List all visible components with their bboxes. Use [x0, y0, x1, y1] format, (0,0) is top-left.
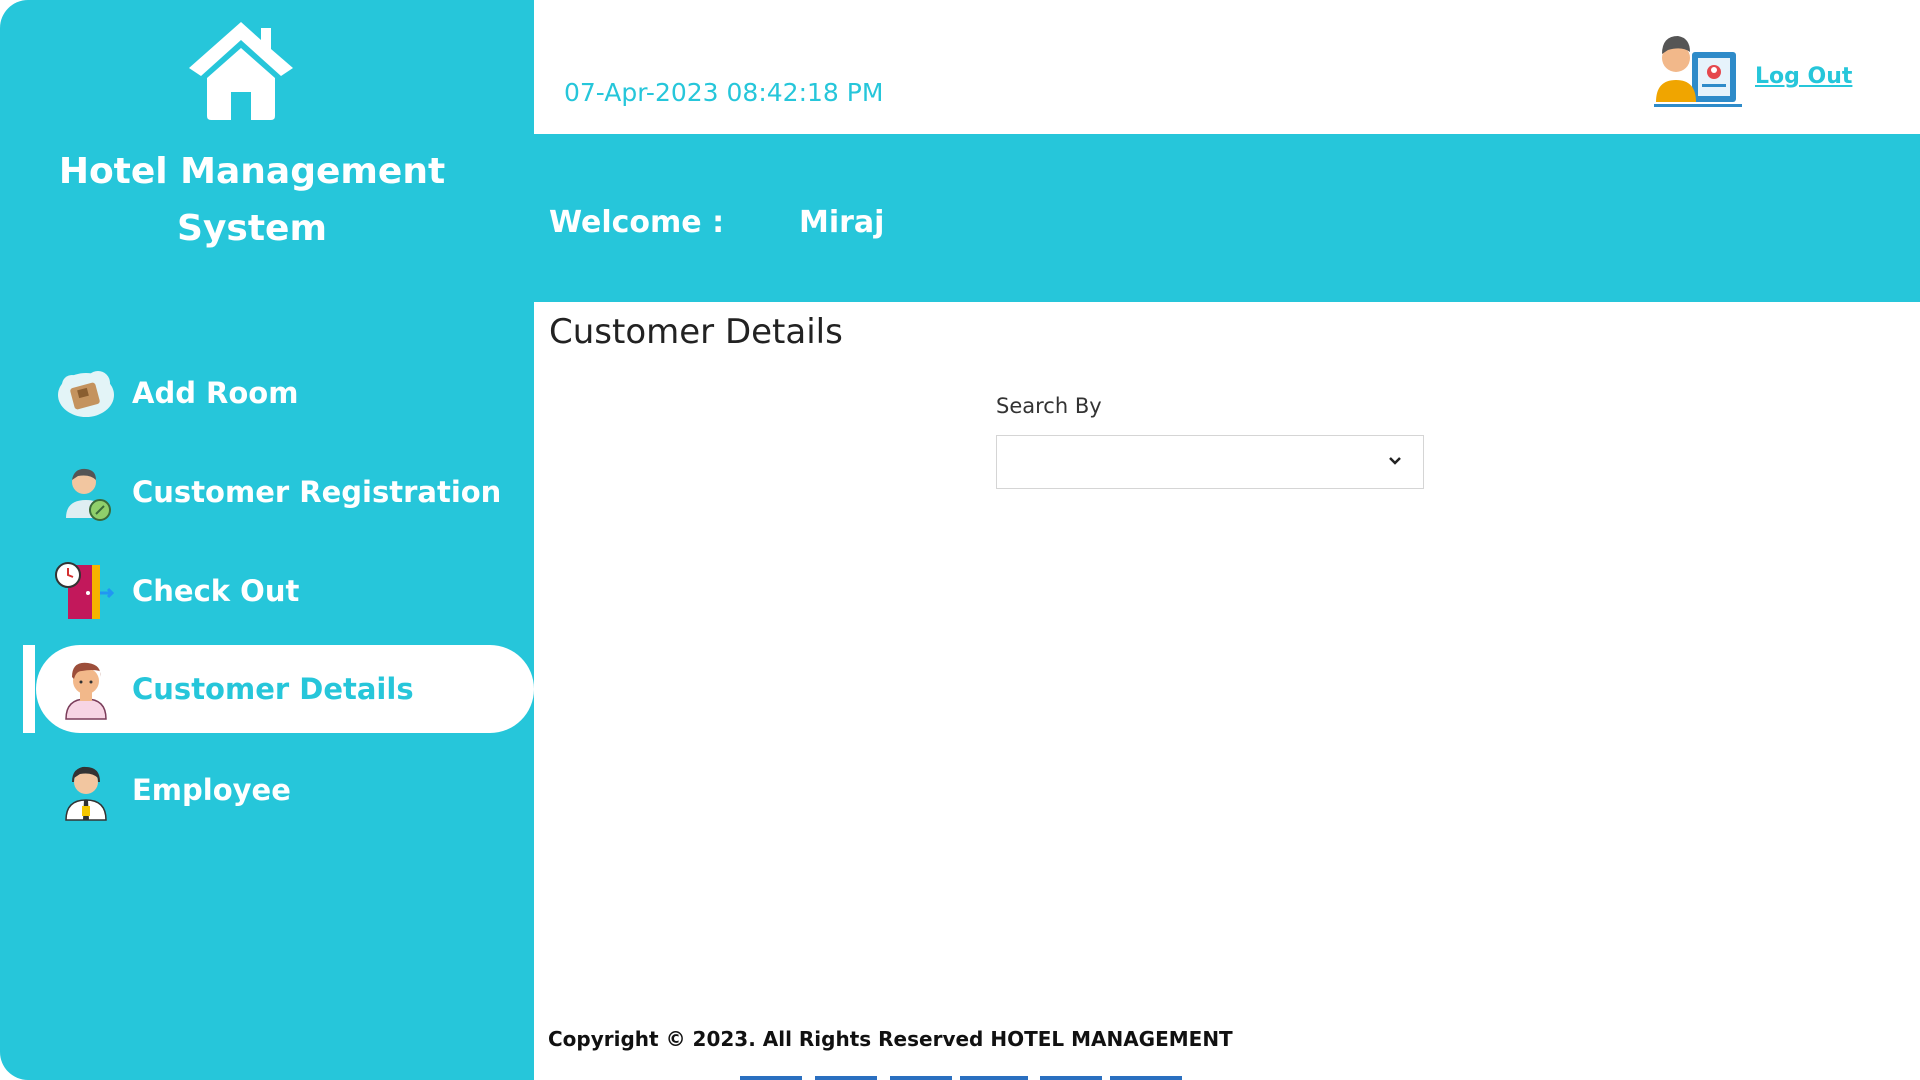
taskbar-strip [1110, 1076, 1182, 1080]
chevron-down-icon [1389, 457, 1401, 465]
sidebar-item-check-out[interactable]: Check Out [36, 547, 534, 635]
sidebar-item-label: Employee [132, 773, 291, 807]
app-title: Hotel Management System [58, 151, 446, 249]
customer-avatar-icon [65, 662, 107, 720]
main-content: Customer Details Search By Copyright © 2… [534, 302, 1920, 1080]
welcome-label: Welcome : [549, 205, 725, 240]
taskbar-strip [1040, 1076, 1102, 1080]
sidebar: Hotel Management System Add Room Custome… [0, 0, 534, 1080]
check-out-door-icon [55, 562, 115, 619]
user-name: Miraj [799, 205, 885, 240]
taskbar-strip [960, 1076, 1028, 1080]
sidebar-item-customer-details[interactable]: Customer Details [36, 645, 534, 733]
employee-icon [65, 766, 107, 821]
welcome-bar: Welcome : Miraj [534, 134, 1920, 302]
sidebar-item-customer-registration[interactable]: Customer Registration [36, 448, 534, 536]
search-by-select[interactable] [996, 435, 1424, 489]
app-window: Hotel Management System Add Room Custome… [0, 0, 1920, 1080]
top-header: 07-Apr-2023 08:42:18 PM Log Out [534, 0, 1920, 134]
customer-registration-icon [66, 468, 111, 521]
active-indicator [23, 645, 35, 733]
sidebar-item-employee[interactable]: Employee [36, 746, 534, 834]
footer-copyright: Copyright © 2023. All Rights Reserved HO… [548, 1027, 1233, 1051]
sidebar-item-label: Check Out [132, 574, 300, 608]
logout-link[interactable]: Log Out [1755, 64, 1852, 89]
page-title: Customer Details [549, 312, 843, 352]
room-icon [58, 371, 114, 417]
sidebar-item-label: Customer Details [132, 672, 414, 706]
taskbar-strip [740, 1076, 802, 1080]
search-by-label: Search By [996, 394, 1102, 418]
sidebar-item-label: Customer Registration [132, 475, 502, 509]
house-icon [189, 22, 293, 120]
sidebar-item-label: Add Room [132, 376, 299, 410]
datetime-display: 07-Apr-2023 08:42:18 PM [564, 78, 884, 107]
user-profile-icon [1654, 36, 1742, 107]
taskbar-strip [815, 1076, 877, 1080]
taskbar-strip [890, 1076, 952, 1080]
sidebar-item-add-room[interactable]: Add Room [36, 349, 534, 437]
